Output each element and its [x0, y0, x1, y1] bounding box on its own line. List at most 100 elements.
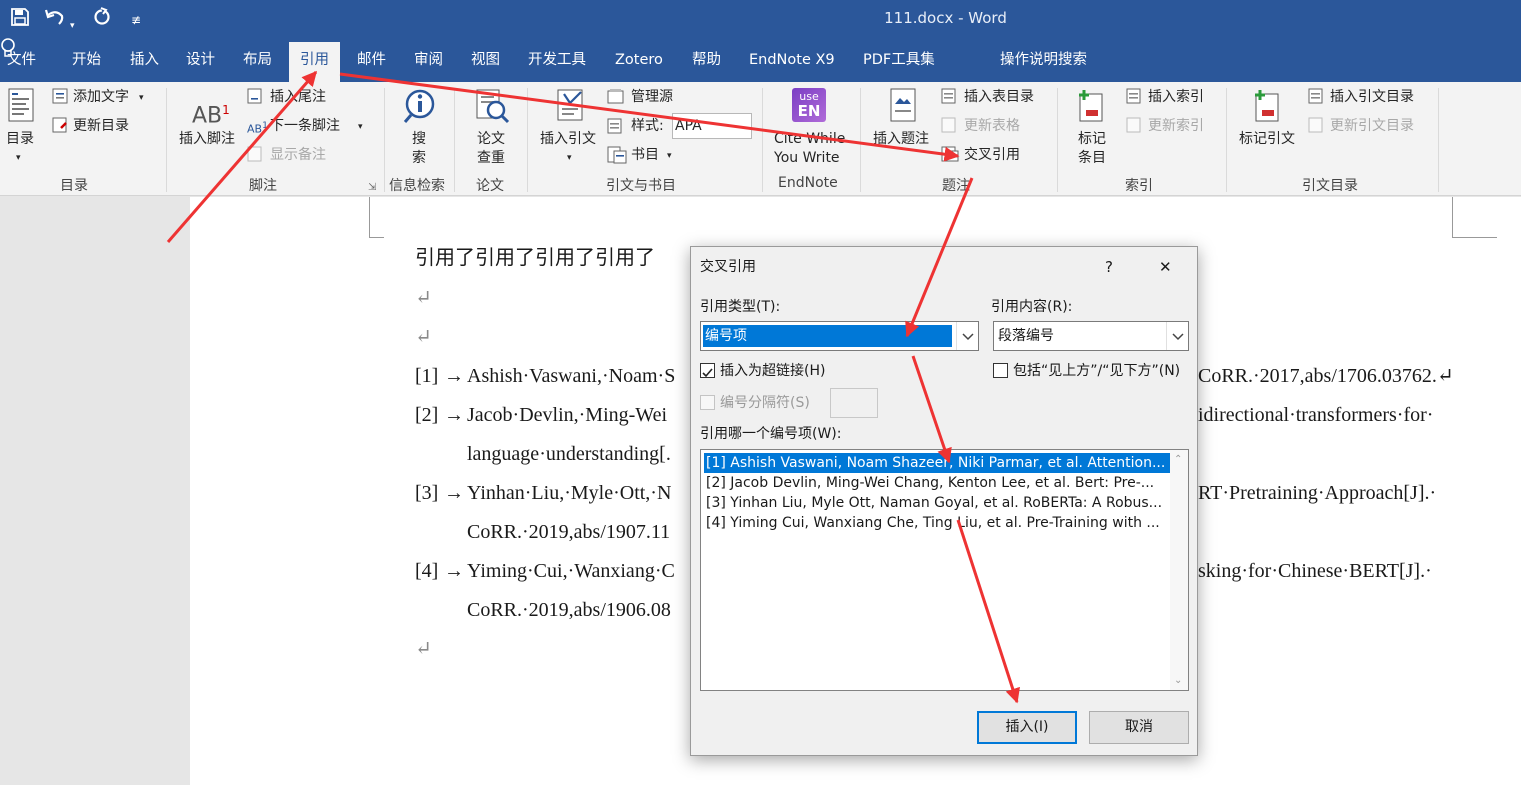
chevron-down-icon[interactable]	[956, 322, 978, 350]
tab-mailings[interactable]: 邮件	[357, 46, 386, 74]
update-toc-button[interactable]: 更新目录	[73, 117, 129, 135]
bibliography-button[interactable]: 书目	[631, 146, 659, 164]
group-separator	[762, 88, 763, 192]
add-text-button[interactable]: 添加文字	[73, 88, 129, 106]
scroll-up-icon[interactable]: ⌃	[1174, 454, 1182, 465]
tab-home[interactable]: 开始	[72, 46, 101, 74]
update-table-icon	[941, 117, 959, 137]
tab-design[interactable]: 设计	[186, 46, 215, 74]
thesis-check-button[interactable]: 论文	[477, 130, 505, 148]
chevron-down-icon[interactable]	[1166, 322, 1188, 350]
tab-review[interactable]: 审阅	[414, 46, 443, 74]
tab-developer[interactable]: 开发工具	[528, 46, 586, 74]
help-button[interactable]: ?	[1105, 258, 1113, 276]
chevron-down-icon[interactable]: ▾	[139, 89, 144, 107]
insert-endnote-button[interactable]: 插入尾注	[270, 88, 326, 106]
separate-numbers-checkbox[interactable]	[700, 395, 715, 410]
tell-me-search[interactable]: 操作说明搜索	[1000, 46, 1087, 74]
group-separator	[527, 88, 528, 192]
plagiarism-check-icon	[474, 88, 510, 128]
list-item[interactable]: [2] Jacob Devlin, Ming-Wei Chang, Kenton…	[704, 473, 1170, 493]
chevron-down-icon[interactable]: ▾	[567, 149, 572, 167]
thesis-check-button-line2[interactable]: 查重	[477, 149, 505, 167]
cite-while-you-write-line2[interactable]: You Write	[774, 149, 840, 167]
insert-footnote-button[interactable]: 插入脚注	[179, 130, 235, 148]
tab-view[interactable]: 视图	[471, 46, 500, 74]
group-label-citations: 引文与书目	[606, 178, 676, 194]
tab-references[interactable]: 引用	[289, 42, 340, 82]
show-notes-button[interactable]: 显示备注	[270, 146, 326, 164]
window-title: 111.docx - Word	[884, 9, 1007, 27]
toc-button[interactable]: 目录	[6, 130, 34, 148]
search-button-line2[interactable]: 索	[412, 149, 426, 167]
reference-text: Yinhan·Liu,·Myle·Ott,·N	[467, 482, 672, 504]
tab-file[interactable]: 文件	[7, 46, 36, 74]
insert-hyperlink-label[interactable]: 插入为超链接(H)	[720, 362, 825, 380]
reference-text-tail: idirectional·transformers·for·	[1198, 404, 1434, 426]
tab-layout[interactable]: 布局	[243, 46, 272, 74]
group-label-captions: 题注	[942, 178, 970, 194]
list-item[interactable]: [3] Yinhan Liu, Myle Ott, Naman Goyal, e…	[704, 493, 1170, 513]
chevron-down-icon[interactable]: ▾	[358, 118, 363, 136]
group-separator	[166, 88, 167, 192]
list-scrollbar[interactable]: ⌃ ⌄	[1170, 450, 1188, 690]
tab-insert[interactable]: 插入	[130, 46, 159, 74]
reference-text-continued: CoRR.·2019,abs/1907.11	[467, 521, 671, 543]
scroll-down-icon[interactable]: ⌄	[1174, 675, 1182, 686]
update-table-button[interactable]: 更新表格	[964, 117, 1020, 135]
left-margin-area	[0, 197, 190, 785]
close-button[interactable]: ✕	[1159, 258, 1172, 276]
include-above-below-checkbox[interactable]	[993, 363, 1008, 378]
next-footnote-icon: AB1	[247, 120, 268, 136]
separate-numbers-label[interactable]: 编号分隔符(S)	[720, 394, 810, 412]
cross-reference-dialog: 交叉引用 ? ✕ 引用类型(T): 编号项 引用内容(R): 段落编号 插入为超…	[690, 246, 1198, 756]
style-icon	[607, 118, 625, 138]
update-index-button[interactable]: 更新索引	[1148, 117, 1204, 135]
cancel-button[interactable]: 取消	[1089, 711, 1189, 744]
group-label-toc: 目录	[60, 178, 88, 194]
style-select[interactable]: APA	[672, 113, 752, 139]
insert-table-of-figures-button[interactable]: 插入表目录	[964, 88, 1034, 106]
numbered-items-list[interactable]: [1] Ashish Vaswani, Noam Shazeer, Niki P…	[700, 449, 1189, 691]
search-button[interactable]: 搜	[412, 130, 426, 148]
mark-citation-icon	[1252, 88, 1282, 126]
update-toa-icon	[1308, 117, 1326, 137]
mark-entry-icon	[1076, 88, 1106, 126]
tab-endnote[interactable]: EndNote X9	[749, 46, 835, 74]
group-separator	[1438, 88, 1439, 192]
reference-text: Jacob·Devlin,·Ming-Wei	[467, 404, 667, 426]
tab-pdf-tools[interactable]: PDF工具集	[863, 46, 935, 74]
reference-text-continued: language·understanding[.	[467, 443, 671, 465]
group-separator	[860, 88, 861, 192]
insert-index-button[interactable]: 插入索引	[1148, 88, 1204, 106]
reference-content-select[interactable]: 段落编号	[993, 321, 1189, 351]
insert-toa-button[interactable]: 插入引文目录	[1330, 88, 1414, 106]
update-toa-button[interactable]: 更新引文目录	[1330, 117, 1414, 135]
update-toc-icon	[52, 117, 68, 137]
list-item[interactable]: [1] Ashish Vaswani, Noam Shazeer, Niki P…	[704, 453, 1170, 473]
chevron-down-icon[interactable]: ▾	[16, 149, 21, 167]
reference-text-continued: CoRR.·2019,abs/1906.08	[467, 599, 671, 621]
ribbon-tabs: 文件 开始 插入 设计 布局 引用 邮件 审阅 视图 开发工具 Zotero 帮…	[0, 38, 1521, 82]
mark-citation-button[interactable]: 标记引文	[1239, 130, 1295, 148]
mark-entry-button[interactable]: 标记	[1078, 130, 1106, 148]
ribbon-references: 目录 ▾ 添加文字 ▾ 更新目录 目录 AB1 插入脚注 插入尾注 AB1 下一…	[0, 82, 1521, 196]
tab-help[interactable]: 帮助	[692, 46, 721, 74]
cite-while-you-write-button[interactable]: Cite While	[774, 130, 845, 148]
cross-reference-button[interactable]: 交叉引用	[964, 146, 1020, 164]
insert-hyperlink-checkbox[interactable]	[700, 363, 715, 378]
next-footnote-button[interactable]: 下一条脚注	[270, 117, 340, 135]
list-item[interactable]: [4] Yiming Cui, Wanxiang Che, Ting Liu, …	[704, 513, 1170, 533]
insert-caption-button[interactable]: 插入题注	[873, 130, 929, 148]
separator-input[interactable]	[830, 388, 878, 418]
manage-sources-button[interactable]: 管理源	[631, 88, 673, 106]
chevron-down-icon[interactable]: ▾	[667, 147, 672, 165]
mark-entry-button-line2[interactable]: 条目	[1078, 149, 1106, 167]
insert-citation-button[interactable]: 插入引文	[540, 130, 596, 148]
include-above-below-label[interactable]: 包括“见上方”/“见下方”(N)	[1013, 362, 1180, 380]
dialog-launcher-icon[interactable]: ⇲	[368, 179, 376, 197]
tab-zotero[interactable]: Zotero	[615, 46, 663, 74]
reference-type-select[interactable]: 编号项	[700, 321, 979, 351]
reference-number: [1]	[415, 365, 439, 387]
insert-button[interactable]: 插入(I)	[977, 711, 1077, 744]
